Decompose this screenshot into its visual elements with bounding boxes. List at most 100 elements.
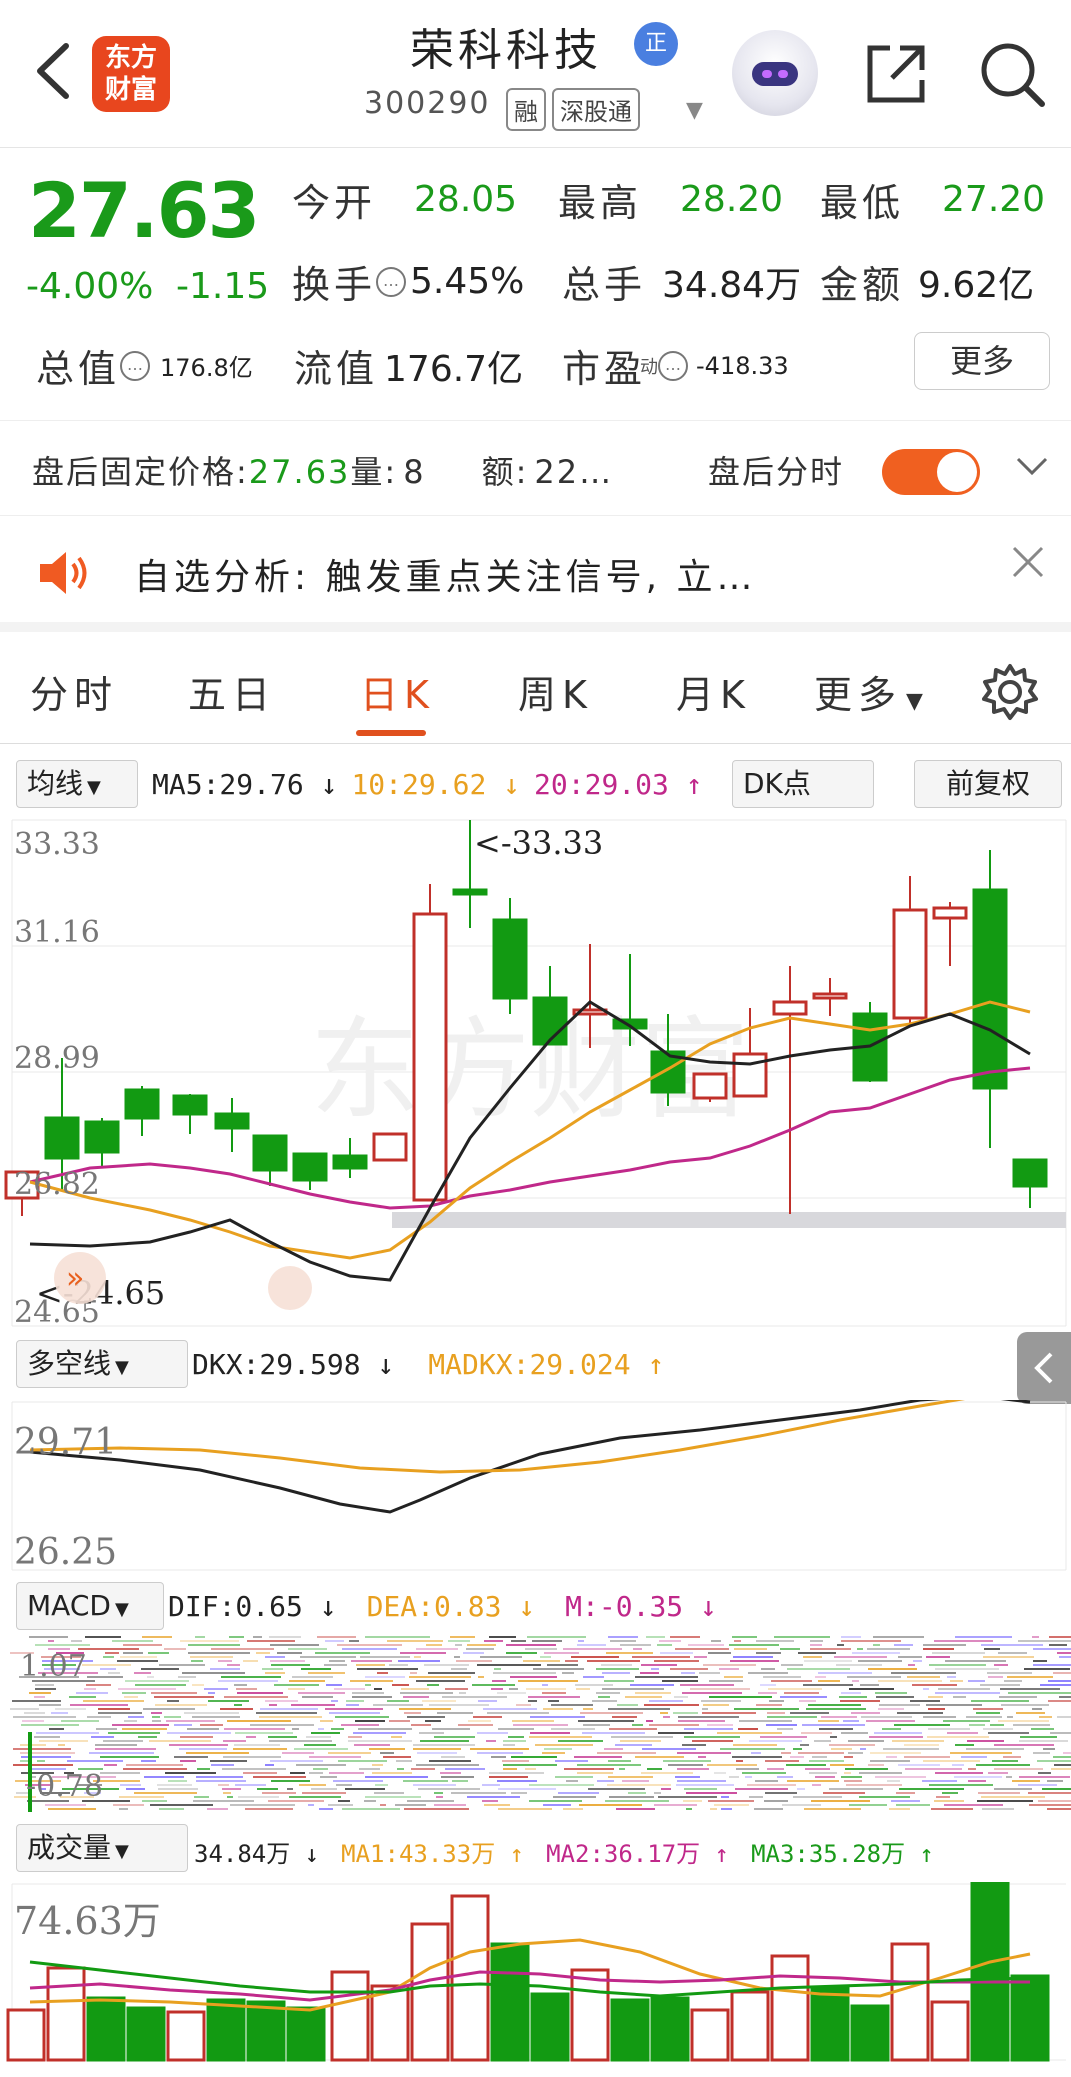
macd-noise-stripe [259, 1716, 322, 1718]
info-icon[interactable]: … [120, 350, 151, 381]
macd-noise-stripe [981, 1796, 1045, 1798]
tab-monthly-k[interactable]: 月K [676, 664, 751, 719]
macd-noise-stripe [625, 1696, 662, 1698]
turnover-value: 5.45% [410, 261, 525, 302]
macd-noise-stripe [325, 1640, 344, 1642]
macd-noise-stripe [677, 1752, 731, 1754]
macd-noise-stripe [200, 1724, 223, 1726]
macd-noise-stripe [622, 1780, 649, 1782]
dkx-value: DKX:29.598 ↓ [192, 1348, 395, 1381]
macd-noise-stripe [551, 1728, 595, 1730]
notice-bar[interactable]: 自选分析: 触发重点关注信号, 立… [0, 518, 1071, 632]
macd-noise-stripe [873, 1644, 880, 1646]
macd-noise-stripe [540, 1656, 551, 1658]
macd-noise-stripe [467, 1644, 496, 1646]
macd-noise-stripe [377, 1672, 388, 1674]
macd-noise-stripe [1043, 1748, 1055, 1750]
macd-noise-stripe [227, 1664, 240, 1666]
more-quote-button[interactable]: 更多 [914, 332, 1050, 390]
macd-noise-stripe [84, 1688, 96, 1690]
dkx-chart[interactable]: 29.71 26.25 [0, 1400, 1071, 1572]
ai-assistant-icon[interactable] [732, 30, 818, 116]
macd-noise-stripe [928, 1708, 945, 1710]
back-arrow-icon[interactable] [28, 36, 78, 106]
macd-noise-stripe [928, 1728, 970, 1730]
open-value: 28.05 [414, 179, 518, 220]
ma-indicator-select[interactable]: 均线 ▼ [16, 760, 138, 808]
macd-noise-stripe [694, 1656, 707, 1658]
volume-bar [970, 1882, 1010, 2062]
adjust-button[interactable]: 前复权 [914, 760, 1062, 808]
info-icon[interactable]: … [376, 266, 407, 297]
search-icon[interactable] [976, 38, 1048, 110]
macd-noise-stripe [229, 1636, 244, 1638]
tab-intraday[interactable]: 分时 [30, 664, 118, 719]
signal-marker-icon-2[interactable] [268, 1266, 312, 1310]
info-icon[interactable]: … [658, 350, 689, 381]
macd-noise-stripe [105, 1652, 119, 1654]
macd-noise-stripe [331, 1700, 338, 1702]
macd-noise-stripe [39, 1704, 61, 1706]
macd-noise-stripe [988, 1772, 1008, 1774]
logo-line1: 东方 [104, 43, 157, 73]
candle-body [772, 1000, 808, 1016]
macd-noise-stripe [425, 1720, 441, 1722]
afterhours-toggle[interactable] [882, 449, 980, 495]
volume-chart[interactable]: 74.63万 [0, 1882, 1071, 2062]
app-logo[interactable]: 东方 财富 [92, 36, 170, 112]
gear-icon[interactable] [980, 662, 1040, 726]
macd-noise-stripe [635, 1676, 698, 1678]
macd-noise-stripe [882, 1728, 901, 1730]
macd-noise-stripe [729, 1776, 739, 1778]
volume-bar [46, 1966, 86, 2062]
macd-noise-stripe [859, 1772, 902, 1774]
volume-indicator-select[interactable]: 成交量 ▼ [16, 1824, 188, 1872]
macd-noise-stripe [149, 1740, 211, 1742]
high-label: 最高 [558, 181, 643, 225]
macd-noise-stripe [192, 1716, 240, 1718]
macd-indicator-select[interactable]: MACD ▼ [16, 1582, 164, 1630]
macd-noise-stripe [422, 1700, 456, 1702]
macd-select-label: MACD [27, 1589, 111, 1622]
macd-noise-stripe [782, 1804, 821, 1806]
macd-noise-stripe [732, 1636, 757, 1638]
macd-noise-stripe [157, 1784, 192, 1786]
macd-chart[interactable]: 1.07 -0.78 [0, 1636, 1071, 1816]
tag-shenzhen-connect: 深股通 [552, 88, 640, 131]
macd-noise-stripe [891, 1672, 956, 1674]
kline-chart[interactable]: 东方财富 33.33 31.16 28.99 26.82 24.65 <-33.… [0, 818, 1071, 1330]
macd-noise-stripe [844, 1772, 851, 1774]
close-icon[interactable] [1008, 542, 1048, 593]
macd-noise-stripe [473, 1716, 502, 1718]
macd-noise-stripe [804, 1808, 861, 1810]
stock-tags[interactable]: 融 深股通 [506, 88, 646, 131]
tab-more-label: 更多 [814, 673, 903, 717]
macd-noise-stripe [702, 1712, 756, 1714]
turnover-field[interactable]: 换手 … 5.45% [292, 254, 524, 309]
macd-noise-stripe [714, 1804, 749, 1806]
macd-noise-stripe [86, 1684, 111, 1686]
tab-weekly-k[interactable]: 周K [518, 664, 593, 719]
macd-noise-stripe [707, 1724, 733, 1726]
candle-body [532, 996, 568, 1046]
mktcap-field[interactable]: 总值 … 176.8亿 [36, 338, 253, 393]
chevron-down-icon[interactable] [1012, 445, 1052, 493]
macd-noise-stripe [511, 1640, 526, 1642]
macd-noise-stripe [730, 1660, 779, 1662]
macd-noise-stripe [994, 1744, 1054, 1746]
macd-noise-stripe [1048, 1680, 1071, 1682]
share-icon[interactable] [860, 38, 932, 110]
macd-noise-stripe [601, 1664, 632, 1666]
macd-noise-stripe [944, 1804, 1003, 1806]
pe-field[interactable]: 市盈 动 … -418.33 [562, 338, 789, 393]
tab-more[interactable]: 更多 ▼ [814, 664, 929, 719]
macd-noise-stripe [898, 1656, 922, 1658]
dropdown-arrow-icon[interactable]: ▼ [686, 98, 703, 123]
dkx-indicator-select[interactable]: 多空线 ▼ [16, 1340, 188, 1388]
macd-noise-stripe [597, 1752, 656, 1754]
collapse-panel-handle[interactable] [1017, 1332, 1071, 1404]
macd-noise-stripe [673, 1712, 698, 1714]
dk-point-button[interactable]: DK点 [732, 760, 874, 808]
tab-five-day[interactable]: 五日 [188, 664, 276, 719]
tab-daily-k[interactable]: 日K [360, 664, 435, 719]
